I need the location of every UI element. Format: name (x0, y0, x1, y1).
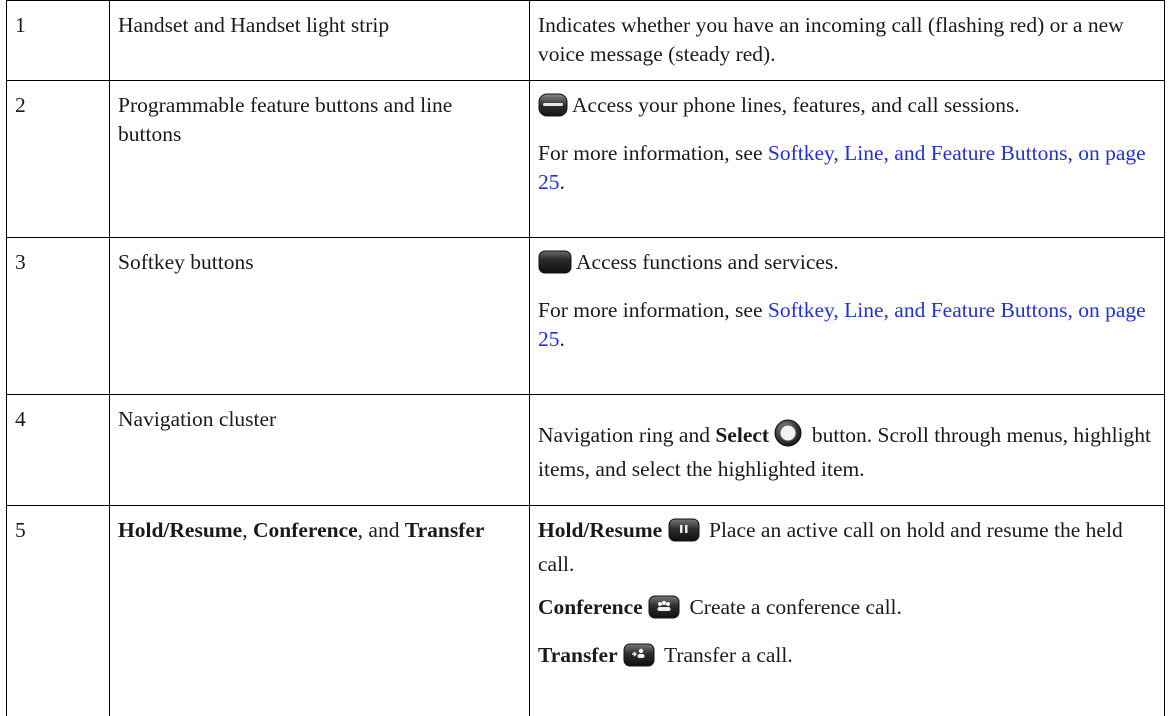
table-row: 2 Programmable feature buttons and line … (6, 80, 1165, 238)
entry-label: Hold/Resume (538, 518, 663, 542)
more-info-prefix: For more information, see (538, 298, 768, 322)
description-text: Access your phone lines, features, and c… (572, 93, 1020, 117)
item-description: Access functions and services. For more … (529, 237, 1165, 395)
table-row: 4 Navigation cluster Navigation ring and… (6, 394, 1165, 506)
item-name: Navigation cluster (109, 394, 530, 506)
entry-label: Transfer (538, 643, 618, 667)
more-info-prefix: For more information, see (538, 141, 768, 165)
row-number: 5 (6, 505, 110, 716)
entry-label: Conference (538, 595, 643, 619)
conference-icon (648, 595, 680, 627)
more-info-suffix: . (559, 327, 565, 351)
description-paragraph: Access your phone lines, features, and c… (538, 91, 1156, 125)
feature-table: 1 Handset and Handset light strip Indica… (6, 0, 1165, 716)
entry-text: Transfer a call. (658, 643, 793, 667)
description-paragraph: Navigation ring and Select button. Scrol… (538, 419, 1156, 484)
item-description: Access your phone lines, features, and c… (529, 80, 1165, 238)
description-text: Navigation ring and (538, 423, 716, 447)
transfer-label: Transfer (404, 518, 485, 542)
item-separator: , (242, 518, 253, 542)
item-separator: , and (357, 518, 405, 542)
item-name: Softkey buttons (109, 237, 530, 395)
row-number: 4 (6, 394, 110, 506)
more-info: For more information, see Softkey, Line,… (538, 296, 1156, 354)
table-row: 3 Softkey buttons Access functions and s… (6, 237, 1165, 395)
line-button-icon (538, 93, 568, 125)
item-name: Programmable feature buttons and line bu… (109, 80, 530, 238)
table-row: 1 Handset and Handset light strip Indica… (6, 0, 1165, 81)
more-info-suffix: . (559, 170, 565, 194)
row-number: 2 (6, 80, 110, 238)
hold-resume-entry: Hold/Resume Place an active call on hold… (538, 516, 1156, 579)
hold-resume-label: Hold/Resume (118, 518, 243, 542)
item-description: Indicates whether you have an incoming c… (529, 0, 1165, 81)
table-row: 5 Hold/Resume, Conference, and Transfer … (6, 505, 1165, 716)
select-label: Select (715, 423, 770, 447)
item-name: Hold/Resume, Conference, and Transfer (109, 505, 530, 716)
more-info: For more information, see Softkey, Line,… (538, 139, 1156, 197)
row-number: 3 (6, 237, 110, 395)
softkey-button-icon (538, 250, 572, 282)
description-text: Indicates whether you have an incoming c… (538, 13, 1124, 66)
row-number: 1 (6, 0, 110, 81)
description-paragraph: Access functions and services. (538, 248, 1156, 282)
conference-entry: Conference Create a conference call. (538, 593, 1156, 627)
transfer-entry: Transfer Transfer a call. (538, 641, 1156, 675)
select-ring-icon (774, 419, 802, 455)
entry-text: Create a conference call. (684, 595, 902, 619)
item-description: Hold/Resume Place an active call on hold… (529, 505, 1165, 716)
item-description: Navigation ring and Select button. Scrol… (529, 394, 1165, 506)
conference-label: Conference (252, 518, 358, 542)
description-text: Access functions and services. (576, 250, 839, 274)
hold-icon (668, 518, 700, 550)
item-name: Handset and Handset light strip (109, 0, 530, 81)
transfer-icon (623, 643, 655, 675)
